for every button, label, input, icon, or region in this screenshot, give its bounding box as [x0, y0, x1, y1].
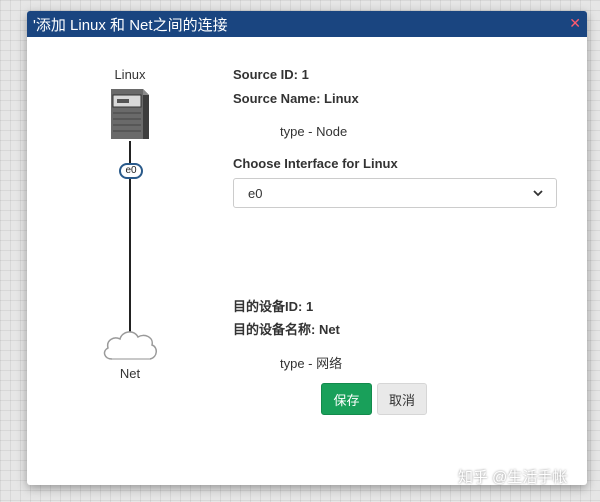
- cancel-button[interactable]: 取消: [377, 383, 427, 415]
- target-type: type - 网络: [280, 356, 343, 371]
- chevron-down-icon: [533, 190, 543, 197]
- interface-badge-label: e0: [125, 165, 137, 176]
- interface-badge: e0: [119, 163, 143, 179]
- source-type: type - Node: [280, 124, 348, 139]
- cloud-icon: [103, 331, 157, 360]
- dialog-title: '添加 Linux 和 Net之间的连接: [33, 16, 228, 34]
- dialog-titlebar: '添加 Linux 和 Net之间的连接 ✕: [27, 11, 587, 37]
- target-id: 目的设备ID: 1: [233, 299, 314, 314]
- source-id: Source ID: 1: [233, 67, 309, 82]
- connection-dialog: '添加 Linux 和 Net之间的连接 ✕ Linux e0 Net Sour: [27, 11, 587, 485]
- server-icon: [111, 89, 149, 139]
- target-name: 目的设备名称: Net: [233, 322, 340, 337]
- interface-label: Choose Interface for Linux: [233, 156, 398, 171]
- connection-diagram: Linux e0 Net: [27, 37, 227, 485]
- source-name: Source Name: Linux: [233, 91, 359, 106]
- interface-select[interactable]: e0: [233, 178, 557, 208]
- close-icon[interactable]: ✕: [569, 15, 581, 32]
- interface-select-value: e0: [248, 185, 263, 201]
- save-button[interactable]: 保存: [321, 383, 372, 415]
- watermark: 知乎 @生活手帐: [458, 469, 568, 486]
- target-node-label: Net: [119, 366, 141, 381]
- source-node-label: Linux: [114, 67, 146, 82]
